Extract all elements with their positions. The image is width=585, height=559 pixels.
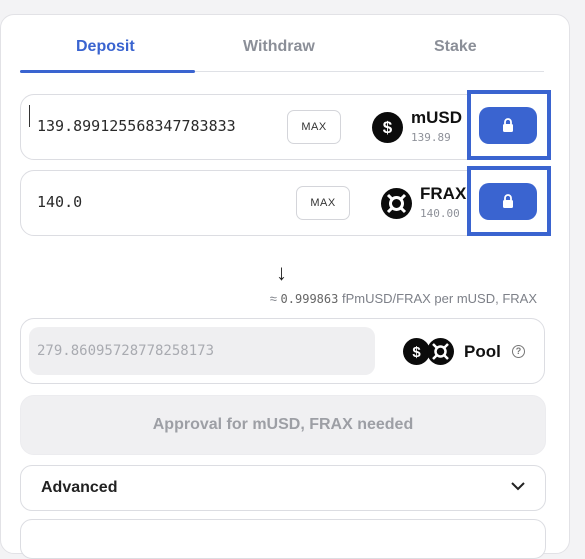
pool-label: Pool [464,342,501,361]
down-arrow-icon: ↓ [276,260,287,285]
token-balance-musd: 139.89 [411,131,451,144]
rate-value: 0.999863 [280,292,339,306]
chevron-down-icon [511,482,525,491]
tab-active-indicator [20,70,195,73]
approve-lock-button-musd-highlight [467,90,551,160]
advanced-label: Advanced [41,479,118,496]
approve-lock-button-musd[interactable] [479,107,537,144]
frax-icon [381,188,412,219]
lock-icon [503,194,513,208]
tab-deposit[interactable]: Deposit [76,38,135,56]
approve-lock-button-frax[interactable] [479,183,537,220]
exchange-rate: ≈ 0.999863 fPmUSD/FRAX per mUSD, FRAX [270,291,537,306]
max-button-frax[interactable]: MAX [296,186,350,220]
text-caret [29,105,30,127]
rate-text: fPmUSD/FRAX per mUSD, FRAX [341,291,537,306]
tab-stake[interactable]: Stake [434,38,477,56]
amount-input-musd[interactable]: 139.899125568347783833 [37,117,236,135]
pool-amount-output: 279.86095728778258173 [29,327,375,375]
max-button-musd[interactable]: MAX [287,110,341,144]
token-symbol-frax: FRAX [420,184,467,203]
svg-text:$: $ [412,344,421,361]
frax-icon [427,338,454,365]
amount-input-frax[interactable]: 140.0 [37,193,82,211]
dollar-coin-icon: $ [372,112,403,143]
rate-prefix: ≈ [269,291,277,306]
lock-icon [503,118,513,132]
approve-lock-button-frax-highlight [467,166,551,236]
tab-withdraw[interactable]: Withdraw [243,38,315,56]
dollar-coin-icon: $ [403,338,430,365]
next-section-row [20,519,546,559]
pool-output-row: 279.86095728778258173 $ Pool ? [20,318,545,384]
advanced-toggle[interactable]: Advanced [20,465,546,511]
question-circle-icon[interactable]: ? [512,345,525,358]
token-balance-frax: 140.00 [420,207,460,220]
approval-needed-button[interactable]: Approval for mUSD, FRAX needed [20,395,546,455]
token-symbol-musd: mUSD [411,108,463,127]
